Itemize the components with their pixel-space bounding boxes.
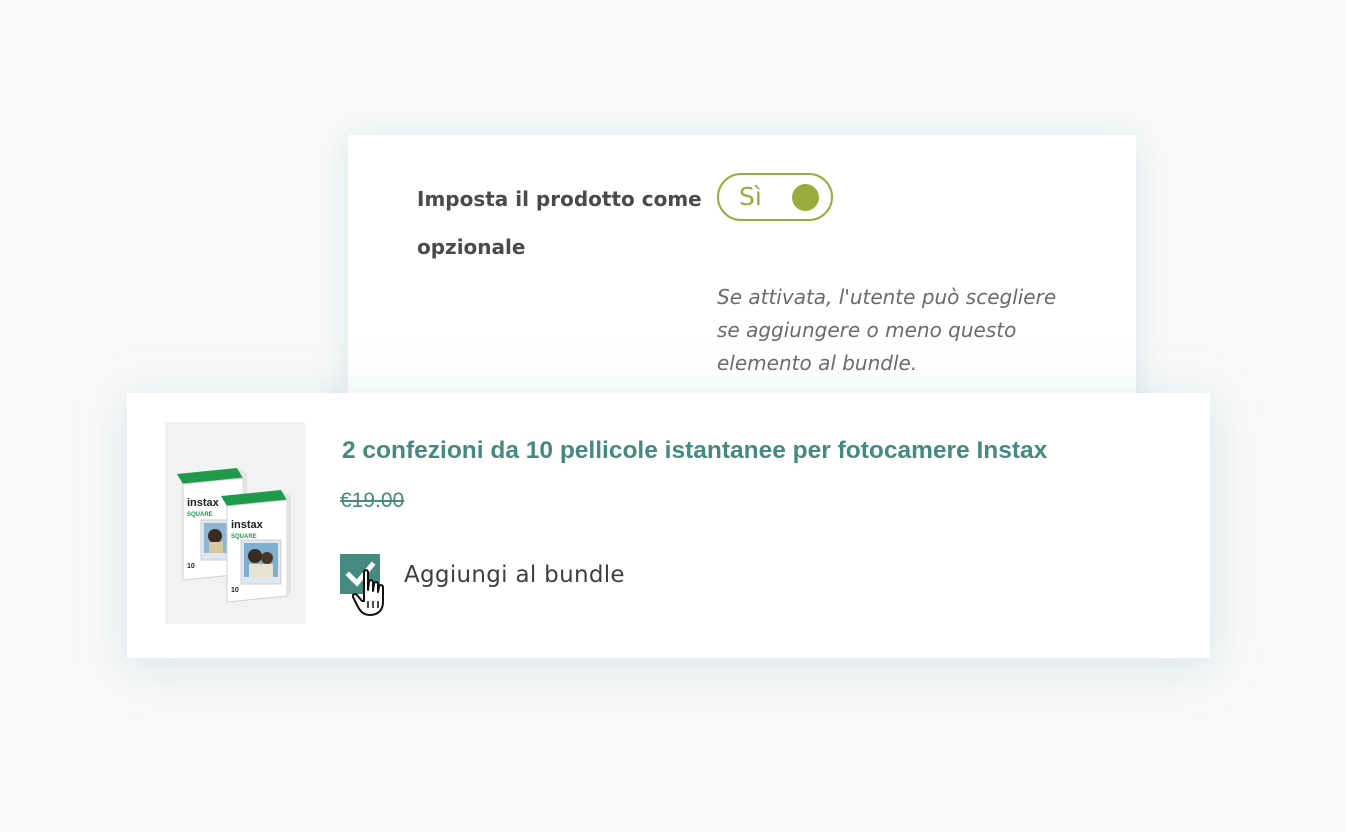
optional-product-label: Imposta il prodotto come opzionale [417, 187, 702, 259]
toggle-knob [792, 184, 819, 211]
product-title: 2 confezioni da 10 pellicole istantanee … [342, 437, 1048, 464]
product-price: €19.00 [340, 489, 405, 512]
add-to-bundle-label[interactable]: Aggiungi al bundle [404, 559, 625, 591]
add-to-bundle-checkbox[interactable] [340, 554, 380, 594]
optional-help-text: Se attivata, l'utente può scegliere se a… [717, 285, 1057, 375]
image-count-back: 10 [187, 563, 195, 570]
product-card: instax SQUARE 10 instax SQUARE 10 2 conf… [127, 393, 1210, 658]
film-pack-front: instax SQUARE 10 [221, 490, 291, 603]
toggle-text: Sì [739, 182, 762, 211]
image-sub-front: SQUARE [231, 534, 257, 540]
product-image: instax SQUARE 10 instax SQUARE 10 [165, 422, 305, 624]
image-count-front: 10 [231, 587, 239, 594]
image-brand-front: instax [231, 519, 264, 531]
image-sub-back: SQUARE [187, 512, 213, 518]
settings-card: Imposta il prodotto come opzionale Sì Se… [348, 135, 1136, 435]
checkmark-icon [345, 561, 376, 587]
image-brand-back: instax [187, 497, 220, 509]
optional-toggle[interactable]: Sì [717, 173, 833, 221]
